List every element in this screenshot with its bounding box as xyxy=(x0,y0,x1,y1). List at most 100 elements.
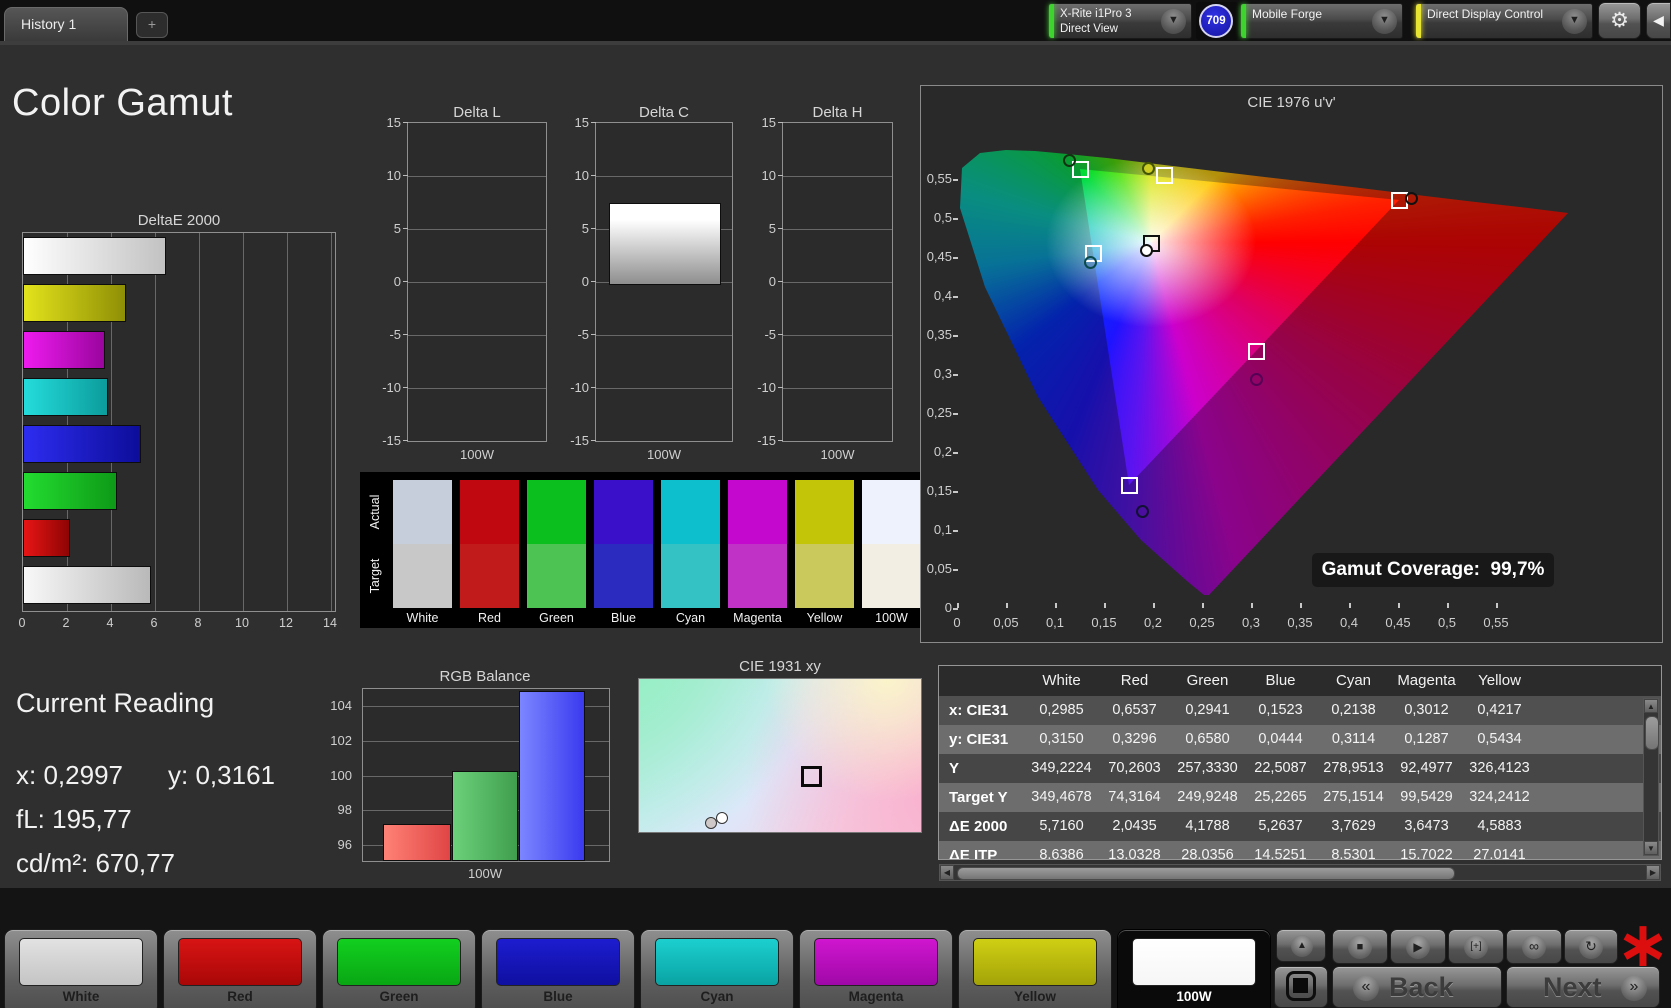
gridline xyxy=(783,335,892,336)
collapse-panel-button[interactable]: ◀ xyxy=(1646,2,1671,39)
pattern-source-label: Mobile Forge xyxy=(1252,7,1323,21)
table-row: Target Y 349,4678 74,3164 249,9248 25,2265 27… xyxy=(939,783,1661,812)
rgb-bar-green xyxy=(452,771,518,861)
scroll-right-button[interactable]: ▶ xyxy=(1646,865,1660,880)
hscroll-thumb[interactable] xyxy=(957,867,1455,880)
tick-mark xyxy=(778,440,783,441)
deltae2000-plot xyxy=(22,232,336,612)
rgb-bar-blue xyxy=(519,691,585,861)
infinity-icon: ∞ xyxy=(1522,935,1546,959)
step-pattern-button[interactable]: [+] xyxy=(1448,929,1504,964)
axis-tick-label: 10 xyxy=(235,616,249,630)
column-header-white: White xyxy=(1042,672,1081,689)
gridline xyxy=(783,388,892,389)
current-reading-title: Current Reading xyxy=(16,688,215,718)
actual-swatch-blue xyxy=(594,480,653,544)
axis-tick-label: 10 xyxy=(574,168,589,183)
table-cell: 0,6537 xyxy=(1112,702,1157,718)
stop-icon: ■ xyxy=(1348,935,1372,959)
refresh-button[interactable]: ↻ xyxy=(1564,929,1618,964)
gridline xyxy=(596,335,732,336)
window-frame-icon xyxy=(1286,971,1316,1001)
tab-history-1[interactable]: History 1 xyxy=(4,7,128,41)
patch-button-magenta[interactable]: Magenta xyxy=(799,929,953,1008)
deltae-bar-green xyxy=(23,472,117,510)
display-control-dropdown[interactable]: Direct Display Control ▼ xyxy=(1415,3,1593,39)
add-tab-button[interactable]: + xyxy=(136,12,168,38)
axis-tick-label: 0 xyxy=(393,274,401,289)
axis-tick-label: -10 xyxy=(570,380,589,395)
tick-mark xyxy=(778,122,783,123)
tick-mark xyxy=(403,387,408,388)
meter-dropdown[interactable]: X-Rite i1Pro 3 Direct View ▼ xyxy=(1048,3,1192,39)
loop-button[interactable]: ∞ xyxy=(1506,929,1562,964)
rgb-balance-y-axis: 104 102 100 98 96 xyxy=(322,688,356,860)
table-cell: 0,3296 xyxy=(1112,731,1157,747)
patch-button-cyan[interactable]: Cyan xyxy=(640,929,794,1008)
patch-label: Red xyxy=(227,989,253,1004)
patch-button-blue[interactable]: Blue xyxy=(481,929,635,1008)
table-cell: 0,0444 xyxy=(1258,731,1303,747)
table-cell: 0,4217 xyxy=(1477,702,1522,718)
cie1976-title: CIE 1976 u'v' xyxy=(1247,94,1336,111)
colorspace-709-badge[interactable]: 709 xyxy=(1199,4,1233,38)
settings-button[interactable]: ⚙ xyxy=(1598,2,1641,39)
gridline xyxy=(408,335,546,336)
table-vscrollbar[interactable]: ▲ ▼ xyxy=(1643,698,1659,856)
delta-bar xyxy=(609,203,721,285)
pattern-source-dropdown[interactable]: Mobile Forge ▼ xyxy=(1240,3,1403,39)
axis-tick-label: 6 xyxy=(150,616,158,630)
patch-button-green[interactable]: Green xyxy=(322,929,476,1008)
measured-marker-blue xyxy=(1136,505,1149,518)
meter-status-accent xyxy=(1049,4,1054,38)
deltae-bar-yellow xyxy=(23,284,126,322)
gridline xyxy=(199,233,200,611)
table-cell: 5,2637 xyxy=(1258,818,1303,834)
chevron-down-icon[interactable]: ▼ xyxy=(1161,9,1186,34)
column-header-cyan: Cyan xyxy=(1335,672,1372,689)
stop-button[interactable]: ■ xyxy=(1332,929,1388,964)
table-cell: 70,2603 xyxy=(1108,760,1161,776)
table-cell: 0,1287 xyxy=(1404,731,1449,747)
rgb-balance-plot xyxy=(362,688,610,862)
table-cell: 326,4123 xyxy=(1469,760,1530,776)
vscroll-thumb[interactable] xyxy=(1645,716,1659,750)
chevron-down-icon[interactable]: ▼ xyxy=(1372,9,1397,34)
scroll-down-button[interactable]: ▼ xyxy=(1644,841,1658,855)
window-size-button[interactable] xyxy=(1274,966,1328,1008)
step-pattern-icon: [+] xyxy=(1464,935,1488,959)
deltae-bar-red xyxy=(23,519,70,557)
rgb-balance-x-label: 100W xyxy=(468,866,502,881)
table-hscrollbar[interactable]: ◀ ▶ xyxy=(939,864,1661,881)
scroll-up-button[interactable]: ▲ xyxy=(1644,699,1658,713)
column-header-red: Red xyxy=(1120,672,1149,689)
pattern-options-up-button[interactable]: ▲ xyxy=(1276,929,1326,962)
scroll-left-button[interactable]: ◀ xyxy=(940,865,954,880)
axis-tick-label: 10 xyxy=(761,168,776,183)
play-button[interactable]: ▶ xyxy=(1390,929,1446,964)
table-cell: 0,6580 xyxy=(1185,731,1230,747)
table-cell: 74,3164 xyxy=(1108,789,1161,805)
back-button[interactable]: « Back xyxy=(1332,966,1502,1008)
tick-mark xyxy=(591,387,596,388)
plot-area xyxy=(407,122,547,442)
axis-tick-label: -15 xyxy=(757,433,776,448)
patch-button-100w[interactable]: 100W xyxy=(1117,929,1271,1008)
axis-tick-label: 15 xyxy=(761,115,776,130)
column-header-blue: Blue xyxy=(1265,672,1296,689)
table-cell: 324,2412 xyxy=(1469,789,1530,805)
chevron-down-icon[interactable]: ▼ xyxy=(1562,9,1587,34)
table-row: y: CIE31 0,3150 0,3296 0,6580 0,0444 0,3114 0,… xyxy=(939,725,1661,754)
next-button[interactable]: Next » xyxy=(1506,966,1660,1008)
patch-button-white[interactable]: White xyxy=(4,929,158,1008)
actual-target-swatch-panel: Actual Target White Red Green Blue Cyan Magenta… xyxy=(360,472,925,628)
chart-title: Delta H xyxy=(812,104,863,121)
patch-button-red[interactable]: Red xyxy=(163,929,317,1008)
axis-label: 100W xyxy=(647,447,681,462)
row-label: ΔE ITP xyxy=(949,847,998,859)
patch-button-yellow[interactable]: Yellow xyxy=(958,929,1112,1008)
measured-marker-yellow xyxy=(1142,162,1155,175)
patch-label: Magenta xyxy=(848,989,904,1004)
gear-icon: ⚙ xyxy=(1610,9,1629,32)
actual-swatch-magenta xyxy=(728,480,787,544)
